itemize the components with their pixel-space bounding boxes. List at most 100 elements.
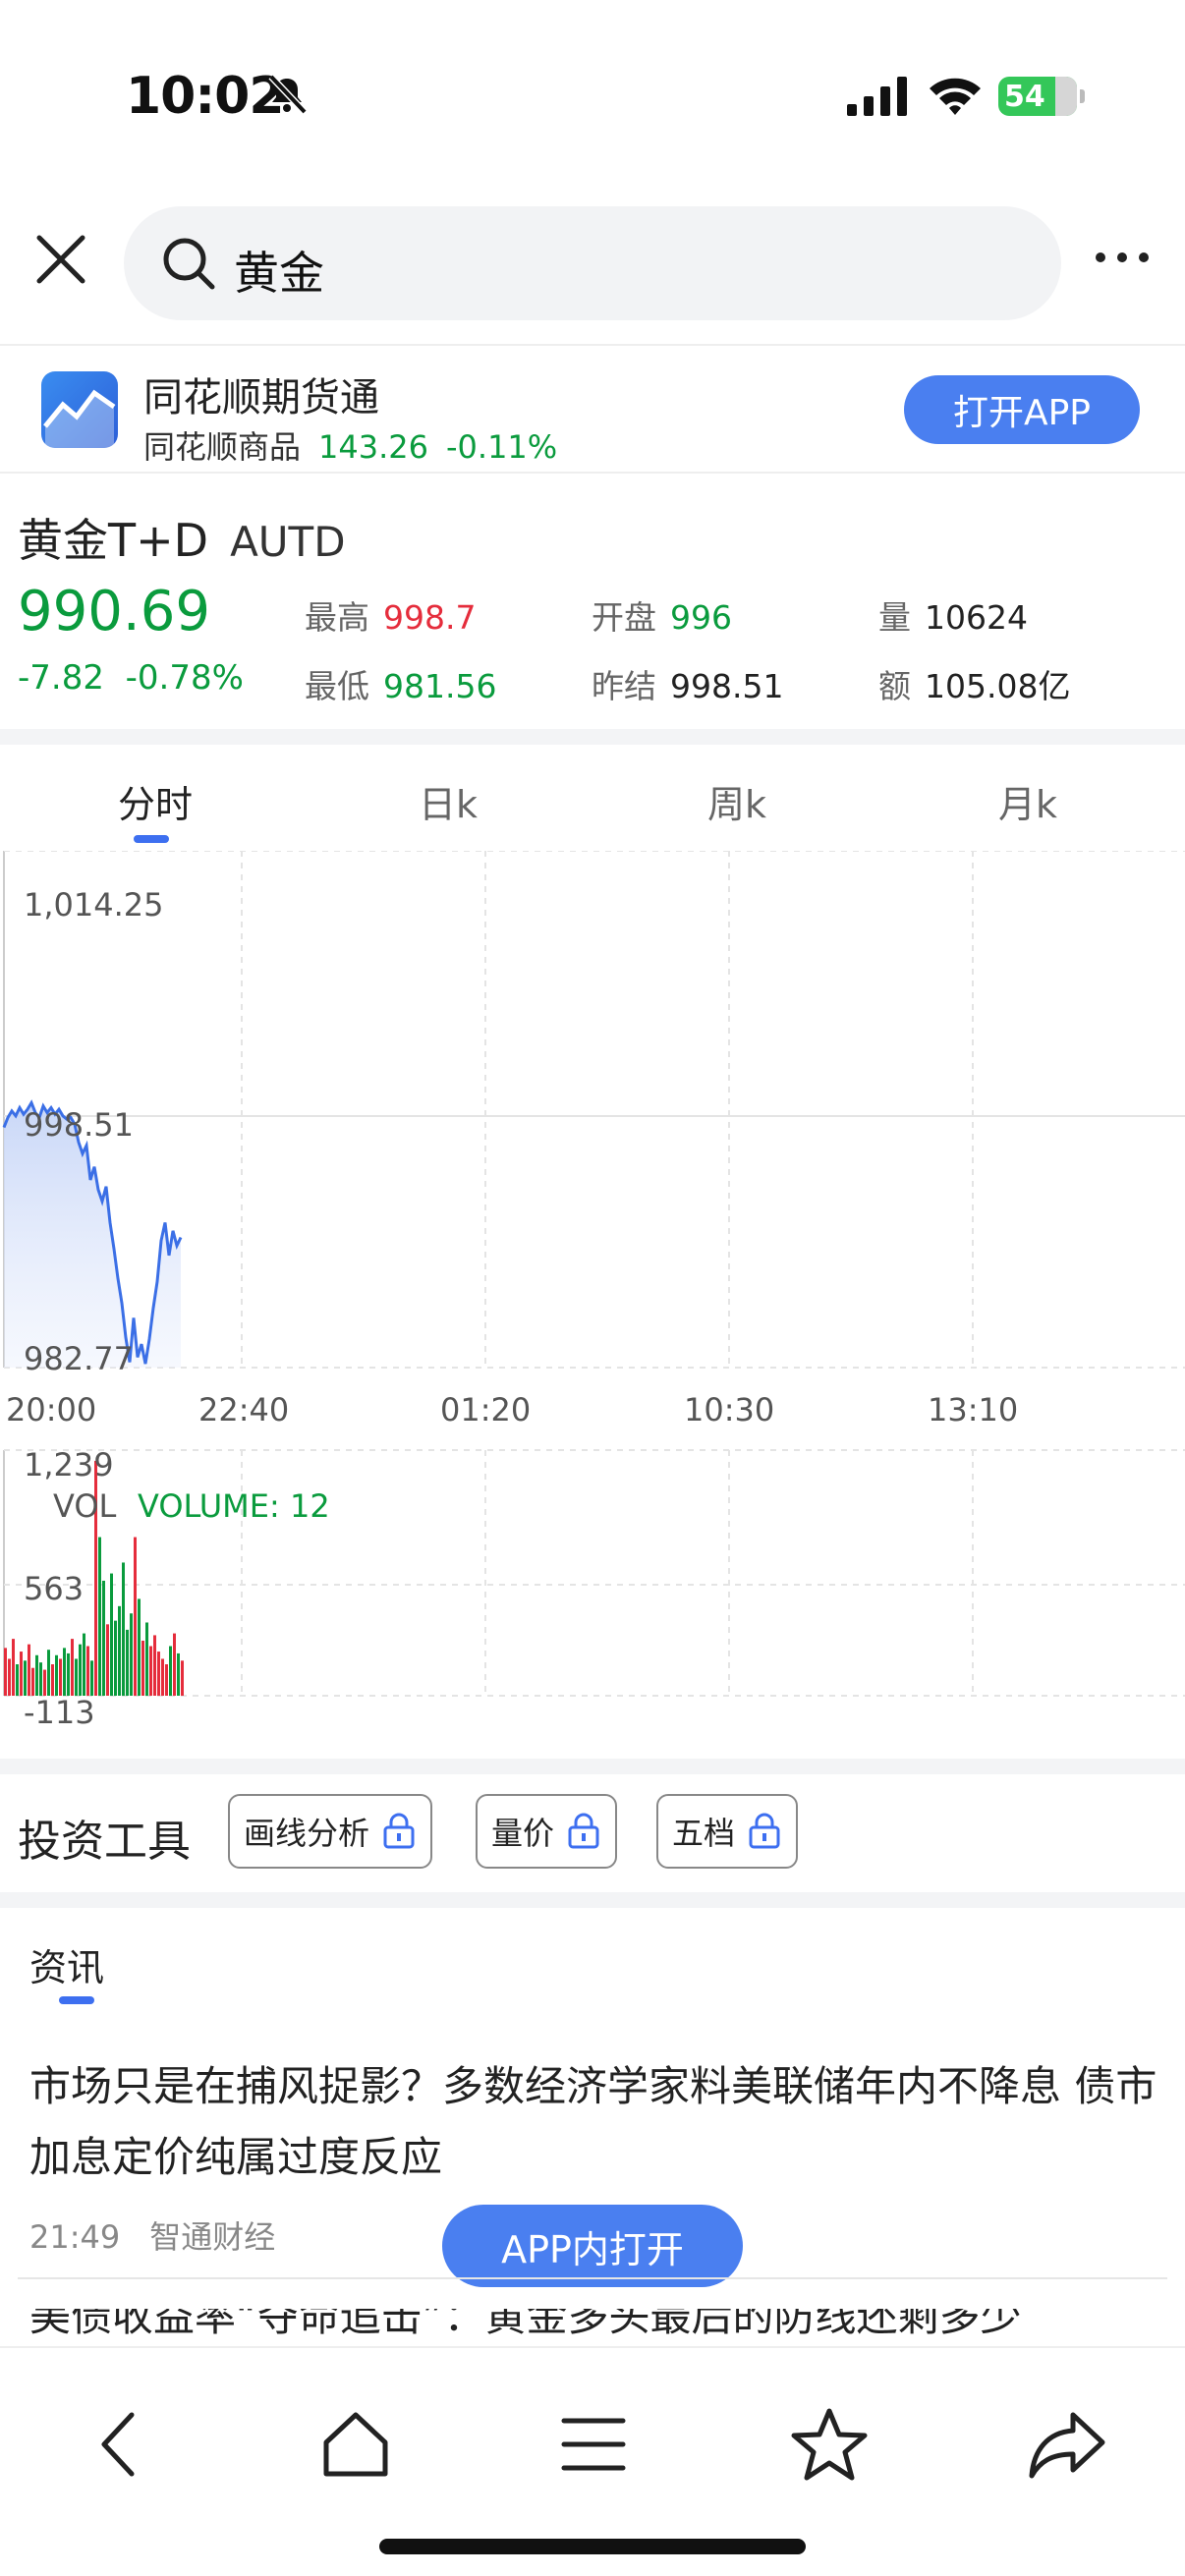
volume-bar xyxy=(102,1580,105,1696)
time-tick-3: 01:20 xyxy=(440,1391,531,1428)
search-icon xyxy=(163,238,215,290)
open-in-app-button[interactable]: APP内打开 xyxy=(442,2205,743,2287)
news-time: 21:49 xyxy=(29,2218,121,2256)
volume-bar xyxy=(149,1646,152,1696)
volume-bar xyxy=(75,1658,78,1696)
stat-volume-value: 10624 xyxy=(925,598,1028,637)
stat-open-label: 开盘 xyxy=(592,598,656,637)
volume-bar xyxy=(8,1658,11,1696)
volume-label: VOL xyxy=(53,1487,117,1525)
stat-low-value: 981.56 xyxy=(383,667,497,705)
volume-bar xyxy=(118,1605,121,1696)
tool-volume-price[interactable]: 量价 xyxy=(476,1794,618,1869)
volume-bar xyxy=(79,1644,82,1696)
volume-bar xyxy=(165,1664,168,1696)
app-name: 同花顺期货通 xyxy=(143,375,379,420)
volume-bar xyxy=(177,1652,180,1696)
quote-change-value: -7.82 xyxy=(18,658,104,698)
search-query: 黄金 xyxy=(234,247,324,300)
volume-bar xyxy=(90,1660,93,1696)
tab-intraday[interactable]: 分时 xyxy=(118,774,193,828)
share-icon[interactable] xyxy=(1028,2405,1106,2484)
quote-name: 黄金T+D xyxy=(18,514,209,567)
volume-bar xyxy=(39,1662,42,1696)
lock-icon xyxy=(749,1813,780,1849)
tool-drawing-analysis[interactable]: 画线分析 xyxy=(228,1794,433,1869)
home-indicator xyxy=(379,2539,806,2554)
open-app-button[interactable]: 打开APP xyxy=(904,375,1140,444)
tab-daily-k[interactable]: 日k xyxy=(419,774,478,828)
volume-tick-bottom: -113 xyxy=(24,1694,95,1731)
app-banner: 同花顺期货通 同花顺商品 143.26 -0.11% 打开APP xyxy=(0,344,1185,474)
battery-indicator: 54 xyxy=(998,77,1085,116)
volume-bar xyxy=(16,1664,19,1696)
lock-icon xyxy=(383,1813,415,1849)
search-input[interactable]: 黄金 xyxy=(124,206,1061,320)
stat-amount-value: 105.08亿 xyxy=(925,667,1071,705)
volume-legend: VOLUME: 12 xyxy=(138,1487,330,1525)
volume-bar xyxy=(130,1613,133,1696)
home-icon[interactable] xyxy=(316,2405,395,2484)
star-icon[interactable] xyxy=(790,2405,869,2484)
time-tick-2: 22:40 xyxy=(198,1391,289,1428)
stat-low-label: 最低 xyxy=(305,667,369,705)
volume-bar xyxy=(67,1652,70,1696)
volume-bar xyxy=(181,1660,184,1696)
menu-icon[interactable] xyxy=(554,2405,633,2484)
volume-tick-top: 1,239 xyxy=(24,1446,114,1484)
price-volume-chart[interactable]: 1,014.25 998.51 982.77 20:00 22:40 01:20… xyxy=(0,851,1185,1735)
tab-weekly-k[interactable]: 周k xyxy=(707,774,766,828)
stat-open: 开盘 996 xyxy=(592,591,732,639)
volume-bar xyxy=(169,1646,172,1696)
bell-muted-icon xyxy=(268,74,308,115)
volume-bar xyxy=(161,1658,164,1696)
stat-volume-label: 量 xyxy=(878,598,911,637)
volume-bar xyxy=(138,1598,141,1696)
tool-five-levels[interactable]: 五档 xyxy=(656,1794,799,1869)
time-tick-4: 10:30 xyxy=(684,1391,774,1428)
news-tab-indicator xyxy=(59,1996,94,2004)
stat-prev-value: 998.51 xyxy=(670,667,784,705)
stat-open-value: 996 xyxy=(670,598,732,637)
more-icon[interactable] xyxy=(1095,250,1150,265)
price-tick-top: 1,014.25 xyxy=(24,886,164,924)
tab-monthly-k[interactable]: 月k xyxy=(998,774,1057,828)
stat-prev-label: 昨结 xyxy=(592,667,656,705)
news-headline-2[interactable]: 美债收益率“夺命追击”：黄金多头最后的防线还剩多少 xyxy=(29,2309,1159,2348)
volume-bar xyxy=(145,1622,148,1696)
lock-icon xyxy=(568,1813,599,1849)
section-separator xyxy=(0,1759,1185,1774)
app-sub-change: -0.11% xyxy=(445,428,558,466)
quote-title: 黄金T+D AUTD xyxy=(18,505,346,570)
volume-bar xyxy=(43,1669,46,1696)
volume-bar xyxy=(126,1629,129,1696)
volume-bar xyxy=(134,1537,137,1696)
tab-news[interactable]: 资讯 xyxy=(29,1937,104,1991)
back-icon[interactable] xyxy=(81,2405,159,2484)
volume-bar xyxy=(86,1646,89,1696)
volume-bar xyxy=(114,1620,117,1696)
volume-bar xyxy=(173,1633,176,1696)
battery-empty-part xyxy=(1055,77,1077,116)
quote-change: -7.82 -0.78% xyxy=(18,658,244,698)
volume-bar xyxy=(63,1648,66,1696)
price-tick-bottom: 982.77 xyxy=(24,1340,134,1377)
section-separator xyxy=(0,729,1185,745)
tab-active-indicator xyxy=(134,835,169,843)
stat-amount-label: 额 xyxy=(878,667,911,705)
volume-bar xyxy=(51,1664,54,1696)
volume-bar xyxy=(31,1667,34,1696)
status-bar: 10:02 54 xyxy=(0,0,1185,187)
stat-prev: 昨结 998.51 xyxy=(592,660,783,707)
price-tick-mid: 998.51 xyxy=(24,1106,134,1144)
close-icon[interactable] xyxy=(35,234,86,285)
news-meta: 21:49 智通财经 xyxy=(29,2212,275,2258)
volume-bar xyxy=(106,1624,109,1696)
volume-bar xyxy=(12,1639,15,1696)
volume-bar xyxy=(141,1640,144,1696)
volume-tick-mid: 563 xyxy=(24,1570,84,1607)
volume-bar xyxy=(71,1639,74,1696)
app-logo xyxy=(41,371,118,448)
volume-bar xyxy=(110,1573,113,1696)
news-headline[interactable]: 市场只是在捕风捉影？多数经济学家料美联储年内不降息 债市加息定价纯属过度反应 xyxy=(29,2051,1159,2193)
